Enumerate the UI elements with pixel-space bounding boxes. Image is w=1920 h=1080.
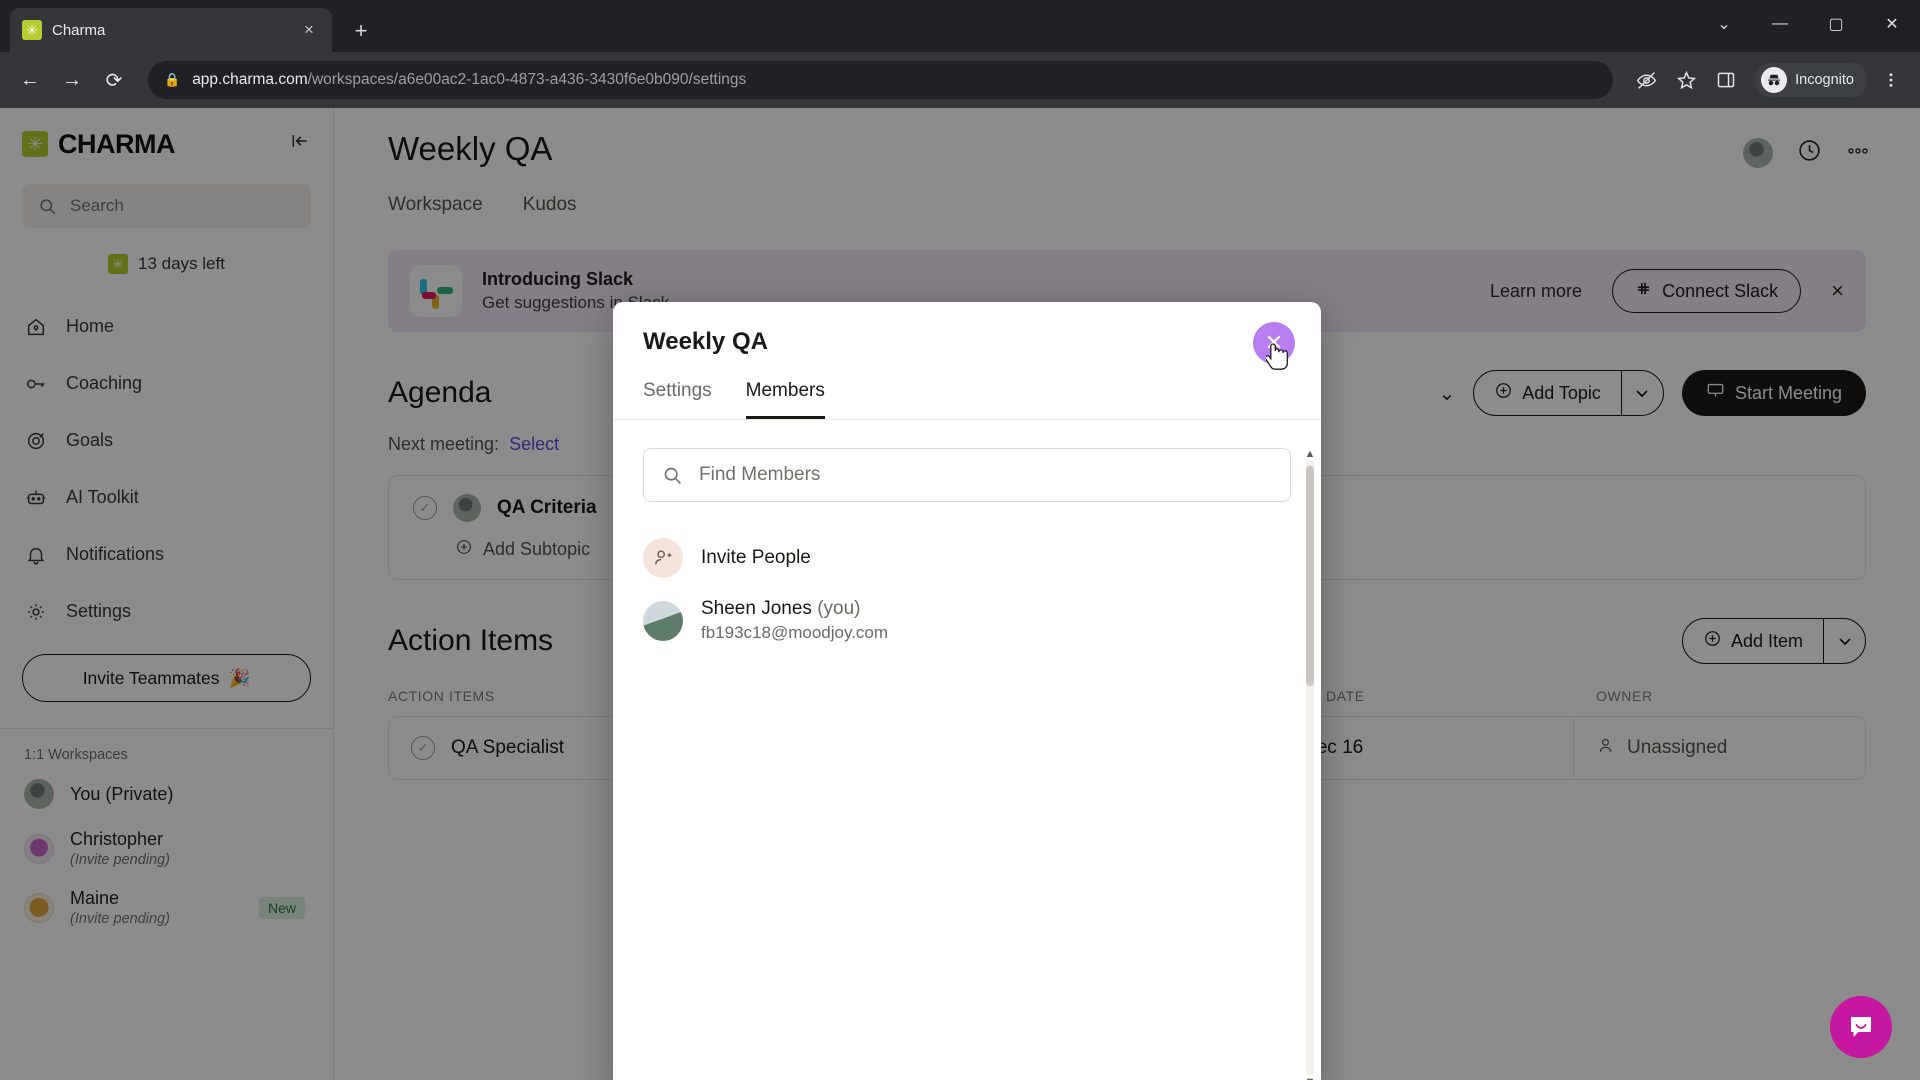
search-icon [664,467,681,484]
member-email: fb193c18@moodjoy.com [701,623,889,642]
tab-settings[interactable]: Settings [643,380,712,419]
address-bar[interactable]: 🔒 app.charma.com/workspaces/a6e00ac2-1ac… [148,61,1614,99]
url-host: app.charma.com [192,71,308,88]
members-list: Invite People Sheen Jones (you) fb193c18… [643,528,1291,653]
bookmark-star-icon[interactable] [1669,63,1703,97]
browser-window: ✳ Charma × + ⌄ — ▢ ✕ ← → ⟳ 🔒 app.charma.… [0,0,1920,1080]
minimize-button[interactable]: — [1752,0,1808,48]
find-members-input[interactable]: Find Members [643,448,1291,502]
incognito-icon [1761,67,1788,93]
invite-people-label: Invite People [701,547,811,568]
new-tab-button[interactable]: + [344,14,378,48]
intercom-chat-button[interactable] [1830,996,1892,1058]
chat-bubble-icon [1851,1017,1871,1037]
member-name: Sheen Jones (you) [701,598,888,620]
find-members-placeholder: Find Members [699,464,821,485]
eye-off-icon[interactable] [1629,63,1663,97]
tab-close-icon[interactable]: × [298,20,320,40]
scroll-down-icon[interactable]: ▼ [1303,1074,1317,1080]
modal-body: Find Members Invite People Sheen Jones (… [613,420,1321,1080]
person-add-icon [643,538,683,578]
tab-strip: ✳ Charma × + ⌄ — ▢ ✕ [0,0,1920,52]
tab-search-chevron-icon[interactable]: ⌄ [1696,0,1752,48]
reload-button[interactable]: ⟳ [96,62,132,98]
app-viewport: ✳ CHARMA Search ✳ 13 days left Home Coac… [0,108,1920,1080]
incognito-label: Incognito [1795,72,1854,88]
url-path: /workspaces/a6e00ac2-1ac0-4873-a436-3430… [307,71,747,88]
close-modal-button[interactable]: ✕ [1253,322,1295,364]
list-item[interactable]: Sheen Jones (you) fb193c18@moodjoy.com [643,588,1291,653]
member-you-tag: (you) [817,598,861,619]
invite-people-row[interactable]: Invite People [643,528,1291,588]
tab-members[interactable]: Members [745,380,825,419]
browser-toolbar: ← → ⟳ 🔒 app.charma.com/workspaces/a6e00a… [0,52,1920,108]
three-dot-menu-icon[interactable] [1874,63,1908,97]
window-controls: ⌄ — ▢ ✕ [1696,0,1920,48]
maximize-button[interactable]: ▢ [1808,0,1864,48]
browser-tab[interactable]: ✳ Charma × [10,8,332,52]
back-button[interactable]: ← [12,62,48,98]
side-panel-icon[interactable] [1709,63,1743,97]
modal-scrollbar[interactable]: ▲ ▼ [1303,446,1317,1080]
forward-button[interactable]: → [54,62,90,98]
modal-header: Weekly QA ✕ [613,302,1321,364]
charma-logo-icon: ✳ [22,20,42,40]
scrollbar-thumb[interactable] [1306,466,1314,686]
workspace-settings-modal: Weekly QA ✕ Settings Members Find Member… [613,302,1321,1080]
incognito-profile-chip[interactable]: Incognito [1755,63,1868,97]
lock-icon: 🔒 [164,72,181,87]
modal-tabs: Settings Members [613,380,1321,420]
modal-title: Weekly QA [643,328,768,355]
close-window-button[interactable]: ✕ [1864,0,1920,48]
tab-title: Charma [52,21,106,39]
member-full-name: Sheen Jones [701,598,812,619]
avatar [643,600,683,641]
url-text: app.charma.com/workspaces/a6e00ac2-1ac0-… [192,71,746,89]
